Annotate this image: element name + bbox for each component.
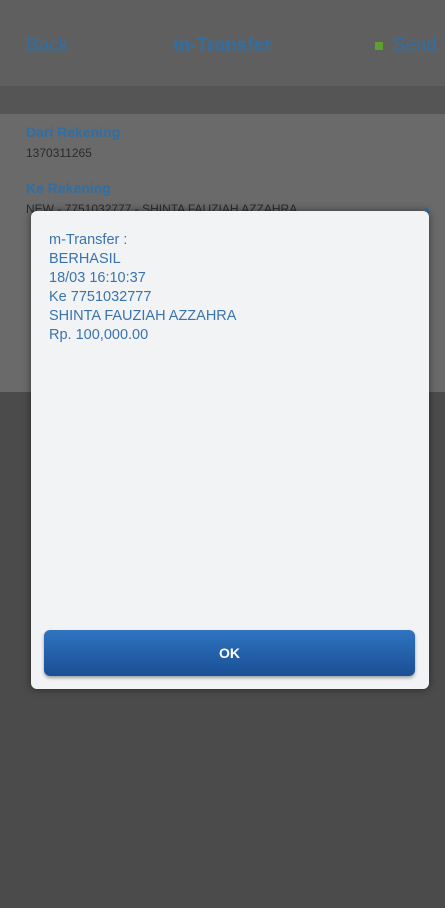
- from-account-value: 1370311265: [26, 146, 92, 160]
- dialog-line-status: BERHASIL: [49, 251, 121, 267]
- dialog-line-destination: Ke 7751032777: [49, 289, 152, 305]
- dialog-line-recipient: SHINTA FAUZIAH AZZAHRA: [49, 308, 237, 324]
- to-account-label[interactable]: Ke Rekening: [26, 180, 111, 196]
- dialog-line-title: m-Transfer :: [49, 232, 128, 248]
- send-button[interactable]: Send: [374, 35, 437, 57]
- dialog-message: m-Transfer : BERHASIL 18/03 16:10:37 Ke …: [49, 231, 236, 345]
- from-account-label: Dari Rekening: [26, 124, 121, 140]
- send-label: Send: [392, 35, 437, 56]
- header-strip: [0, 86, 445, 114]
- nav-bar: Back m-Transfer Send: [0, 0, 445, 86]
- ok-button[interactable]: OK: [44, 630, 415, 676]
- dialog-line-amount: Rp. 100,000.00: [49, 327, 149, 343]
- dialog-line-datetime: 18/03 16:10:37: [49, 270, 146, 286]
- result-dialog: m-Transfer : BERHASIL 18/03 16:10:37 Ke …: [31, 211, 429, 689]
- send-indicator-icon: [374, 42, 383, 50]
